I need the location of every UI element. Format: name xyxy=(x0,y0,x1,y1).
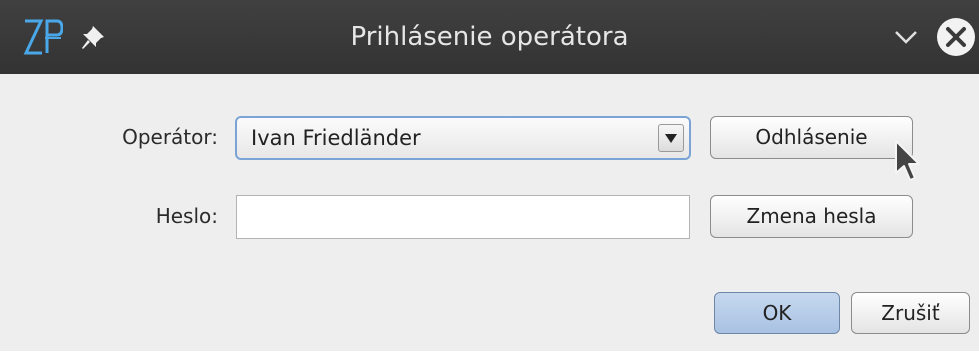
operator-label: Operátor: xyxy=(122,125,218,149)
dropdown-button[interactable] xyxy=(658,124,684,152)
logout-button[interactable]: Odhlásenie xyxy=(710,116,913,159)
password-input[interactable] xyxy=(236,195,690,239)
mouse-cursor-icon xyxy=(895,140,920,181)
change-password-button[interactable]: Zmena hesla xyxy=(710,195,913,238)
title-bar[interactable]: Prihlásenie operátora xyxy=(0,0,979,74)
password-label: Heslo: xyxy=(155,204,218,228)
triangle-down-icon xyxy=(665,134,677,143)
close-icon[interactable] xyxy=(935,16,977,58)
window-title: Prihlásenie operátora xyxy=(350,22,629,52)
cancel-button[interactable]: Zrušiť xyxy=(851,292,970,334)
login-dialog: Prihlásenie operátora Operátor: Ivan Fri… xyxy=(0,0,979,351)
ok-button[interactable]: OK xyxy=(714,292,840,334)
operator-select[interactable]: Ivan Friedländer xyxy=(235,116,691,160)
operator-select-value: Ivan Friedländer xyxy=(251,126,421,150)
chevron-down-icon[interactable] xyxy=(893,26,919,48)
